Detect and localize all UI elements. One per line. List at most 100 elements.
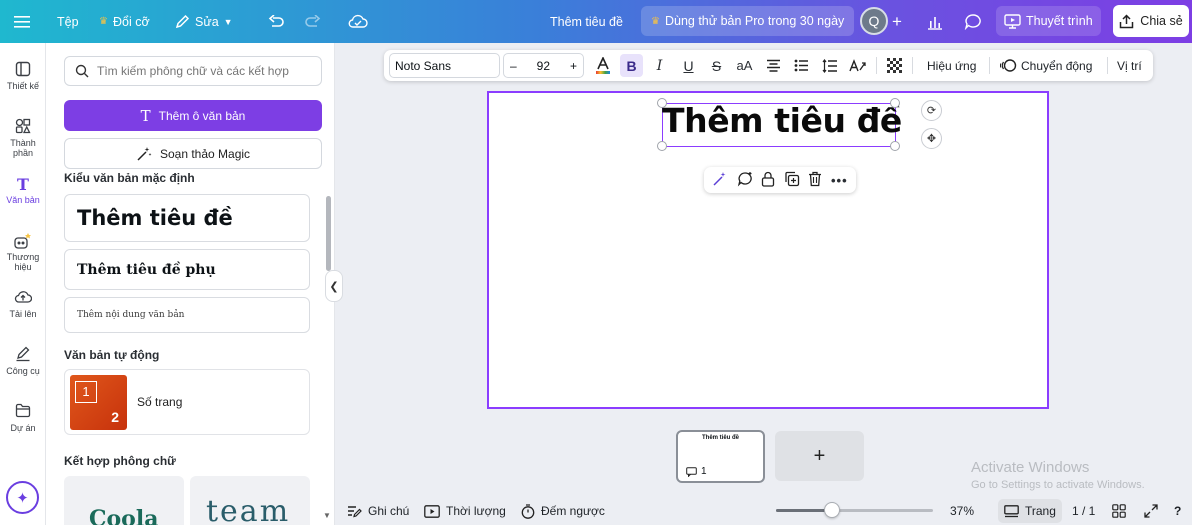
move-icon: ✥ (926, 133, 937, 145)
avatar[interactable]: Q (860, 7, 888, 35)
underline-icon: U (683, 57, 694, 74)
add-collaborator-button[interactable]: + (892, 0, 902, 43)
position-button[interactable]: Vị trí (1117, 50, 1142, 81)
left-rail: Thiết kế Thành phần T Văn bản Thương hiệ… (0, 43, 46, 525)
layout-icon (0, 61, 46, 81)
comment-add-icon[interactable] (737, 171, 753, 190)
pages-view-button[interactable]: Trang (998, 499, 1062, 523)
resize-handle-bottom-right[interactable] (890, 141, 900, 151)
toolbar-divider (1107, 57, 1108, 74)
timer-button[interactable]: Đếm ngược (521, 497, 605, 525)
add-textbox-button[interactable]: T Thêm ô văn bản (64, 100, 322, 131)
canvas-heading-text[interactable]: Thêm tiêu đề (662, 101, 902, 140)
font-family-dropdown[interactable]: Noto Sans (389, 53, 500, 78)
spacing-button[interactable] (818, 54, 841, 77)
italic-button[interactable]: I (648, 54, 671, 77)
add-heading-card[interactable]: Thêm tiêu đề (64, 194, 310, 242)
page-number-a: 1 (82, 384, 90, 399)
bold-button[interactable]: B (620, 54, 643, 77)
magic-edit-icon[interactable] (712, 171, 728, 190)
move-button[interactable]: ✥ (921, 128, 942, 149)
underline-button[interactable]: U (677, 54, 700, 77)
font-search-input[interactable] (97, 64, 307, 78)
fullscreen-button[interactable] (1144, 497, 1158, 525)
present-button[interactable]: Thuyết trình (996, 6, 1101, 36)
help-button[interactable]: ? (1174, 497, 1181, 525)
trash-icon[interactable] (808, 171, 822, 190)
transparency-button[interactable] (883, 54, 906, 77)
pro-trial-button[interactable]: ♛ Dùng thử bản Pro trong 30 ngày (641, 6, 855, 36)
notes-label: Ghi chú (368, 504, 410, 518)
document-title-text: Thêm tiêu đề (550, 14, 623, 29)
decrease-size-button[interactable]: – (510, 59, 517, 73)
rail-item-elements[interactable]: Thành phần (0, 118, 46, 158)
magic-write-label: Soạn thảo Magic (159, 146, 251, 161)
collapse-panel-button[interactable]: ❮ (325, 270, 343, 302)
edit-menu[interactable]: Sửa ▼ (175, 0, 233, 43)
rail-item-design[interactable]: Thiết kế (0, 61, 46, 91)
cloud-sync-button[interactable] (348, 0, 368, 43)
duration-button[interactable]: Thời lượng (424, 497, 506, 525)
more-icon[interactable]: ••• (831, 173, 848, 188)
plus-icon: + (892, 11, 902, 31)
redo-button[interactable] (304, 0, 321, 43)
increase-size-button[interactable]: + (570, 59, 577, 73)
strikethrough-button[interactable]: S (705, 54, 728, 77)
rail-item-uploads[interactable]: Tải lên (0, 289, 46, 319)
menu-button[interactable] (14, 0, 30, 43)
rotate-button[interactable]: ⟳ (921, 100, 942, 121)
resize-handle-top-left[interactable] (657, 98, 667, 108)
resize-handle-top-right[interactable] (890, 98, 900, 108)
scroll-down-arrow-icon[interactable]: ▼ (323, 511, 331, 520)
file-menu[interactable]: Tệp (57, 0, 79, 43)
rail-label: Công cụ (6, 366, 40, 376)
text-color-button[interactable] (591, 54, 614, 77)
magic-write-button[interactable]: Soạn thảo Magic (64, 138, 322, 169)
letter-case-button[interactable]: aA (733, 54, 756, 77)
page-number-card[interactable]: 1 2 Số trang (64, 369, 310, 435)
effects-button[interactable]: Hiệu ứng (927, 50, 976, 81)
font-combo-card[interactable]: team (190, 476, 310, 525)
align-button[interactable] (762, 54, 785, 77)
plus-icon: + (813, 444, 826, 467)
grid-view-button[interactable] (1112, 497, 1126, 525)
page-number-label: Số trang (137, 395, 183, 409)
lock-icon[interactable] (761, 171, 775, 190)
comments-button[interactable] (964, 0, 982, 43)
add-page-button[interactable]: + (775, 431, 864, 481)
page-thumbnail[interactable]: Thêm tiêu đề 1 (676, 430, 765, 483)
rail-label: Tải lên (9, 309, 37, 319)
chevron-down-icon: ▼ (223, 16, 233, 27)
zoom-value[interactable]: 37% (950, 497, 974, 525)
zoom-slider-knob[interactable] (824, 502, 840, 518)
notes-button[interactable]: Ghi chú (347, 497, 409, 525)
font-size-value[interactable]: 92 (537, 59, 550, 73)
add-subheading-card[interactable]: Thêm tiêu đề phụ (64, 249, 310, 290)
insights-button[interactable] (926, 0, 944, 43)
bar-chart-icon (928, 16, 942, 30)
watermark-line1: Activate Windows (971, 459, 1090, 476)
rail-item-text[interactable]: T Văn bản (0, 175, 46, 205)
resize-handle-bottom-left[interactable] (657, 141, 667, 151)
grid-icon (1112, 504, 1126, 518)
panel-scrollbar-thumb[interactable] (326, 196, 331, 271)
font-combo-card[interactable]: Coola (64, 476, 184, 525)
add-body-card[interactable]: Thêm nội dung văn bản (64, 297, 310, 333)
rail-item-tools[interactable]: Công cụ (0, 346, 46, 376)
list-button[interactable] (790, 54, 813, 77)
rail-item-projects[interactable]: Dự án (0, 403, 46, 433)
pages-grid-icon (1004, 504, 1019, 517)
share-button[interactable]: Chia sẻ (1113, 5, 1189, 37)
page-counter[interactable]: 1 / 1 (1072, 497, 1095, 525)
magic-assistant-button[interactable]: ✦ (6, 481, 39, 514)
text-styles-button[interactable] (846, 54, 869, 77)
resize-menu[interactable]: ♛ Đổi cỡ (99, 0, 150, 43)
document-title[interactable]: Thêm tiêu đề (550, 0, 623, 43)
animate-button[interactable]: Chuyển động (1000, 50, 1092, 81)
undo-button[interactable] (268, 0, 285, 43)
font-search-box[interactable] (64, 56, 322, 86)
comment-count: 1 (701, 466, 707, 477)
zoom-slider-track[interactable] (776, 509, 933, 512)
rail-item-brand[interactable]: Thương hiệu (0, 232, 46, 272)
duplicate-icon[interactable] (784, 171, 800, 190)
